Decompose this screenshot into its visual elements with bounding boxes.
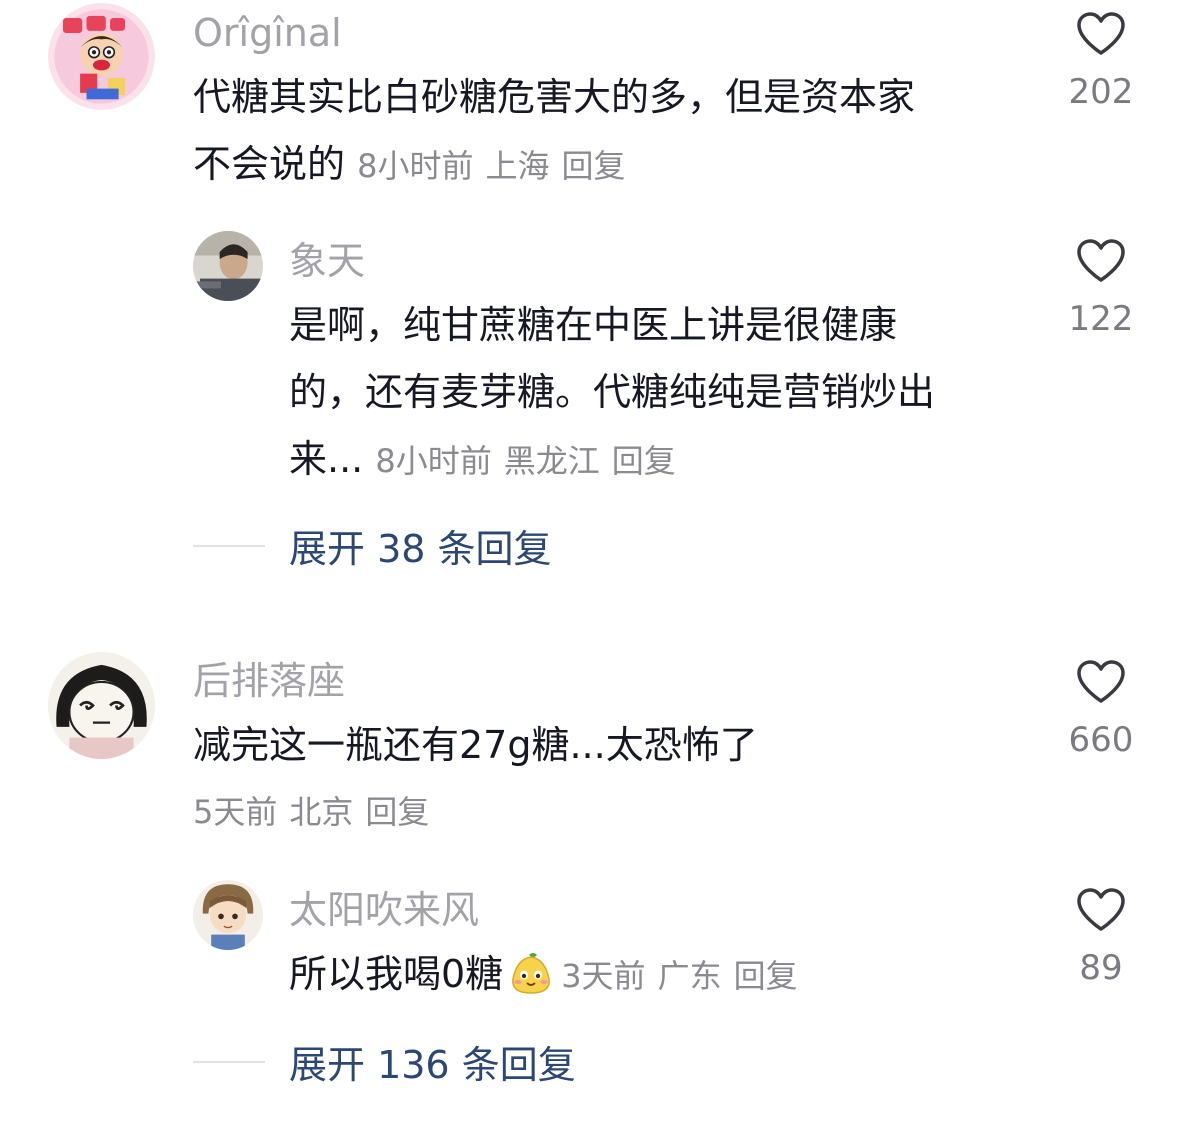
reply-location: 广东	[657, 957, 722, 995]
username[interactable]: 后排落座	[193, 662, 345, 700]
reply-text-line: 来... 8小时前 黑龙江 回复	[289, 426, 935, 495]
reply-text-line: 是啊，纯甘蔗糖在中医上讲是很健康	[289, 303, 898, 347]
like-button[interactable]: 122	[1046, 238, 1156, 336]
reply-button[interactable]: 回复	[562, 147, 626, 185]
like-button[interactable]: 660	[1046, 659, 1156, 757]
like-count: 89	[1079, 948, 1123, 988]
username[interactable]: 象天	[289, 242, 365, 280]
comment-text-tail: 不会说的	[193, 142, 346, 186]
man-photo-icon	[193, 231, 263, 301]
cartoon-boy-icon	[48, 3, 155, 110]
like-count: 202	[1068, 72, 1134, 112]
avatar[interactable]	[193, 231, 263, 301]
comment-time: 8小时前	[357, 147, 474, 185]
reply-button[interactable]: 回复	[612, 442, 676, 480]
reply-button[interactable]: 回复	[365, 793, 429, 831]
heart-icon	[1077, 239, 1125, 282]
smiling-pear-emoji-icon	[512, 953, 551, 994]
divider	[193, 544, 265, 547]
comment-meta: 8小时前 上海 回复	[357, 147, 637, 185]
avatar[interactable]	[48, 3, 155, 110]
expand-replies-button[interactable]: 展开 136 条回复	[193, 1034, 576, 1089]
comment-location: 上海	[485, 147, 550, 185]
expand-replies-button[interactable]: 展开 38 条回复	[193, 518, 552, 573]
expand-replies-label: 展开 38 条回复	[289, 527, 552, 571]
reply-time: 3天前	[561, 957, 646, 995]
reply-location: 黑龙江	[503, 442, 600, 480]
comment-text: 代糖其实比白砂糖危害大的多，但是资本家 不会说的 8小时前 上海 回复	[193, 64, 915, 200]
expand-replies-label: 展开 136 条回复	[289, 1043, 576, 1087]
comment-text-line: 代糖其实比白砂糖危害大的多，但是资本家	[193, 75, 916, 119]
heart-icon	[1077, 660, 1125, 703]
like-button[interactable]: 202	[1046, 11, 1156, 109]
comment-text: 减完这一瓶还有27g糖...太恐怖了 5天前 北京 回复	[193, 712, 758, 846]
reply-text: 是啊，纯甘蔗糖在中医上讲是很健康 的，还有麦芽糖。代糖纯纯是营销炒出 来... …	[289, 292, 935, 495]
comment-time: 5天前	[193, 793, 278, 831]
avatar[interactable]	[48, 652, 155, 759]
sketch-face-icon	[48, 652, 155, 759]
reply-text-line: 的，还有麦芽糖。代糖纯纯是营销炒出	[289, 370, 936, 414]
reply-text: 所以我喝0糖 3天前 广东 回复	[289, 941, 810, 1010]
reply-text-line: 所以我喝0糖 3天前 广东 回复	[289, 941, 810, 1010]
reply-time: 8小时前	[375, 442, 492, 480]
comment-text-line: 减完这一瓶还有27g糖...太恐怖了	[193, 723, 758, 767]
avatar[interactable]	[193, 880, 263, 950]
anime-girl-icon	[193, 880, 263, 950]
reply-meta: 3天前 广东 回复	[561, 957, 809, 995]
comment-meta: 5天前 北京 回复	[193, 779, 758, 846]
reply-meta: 8小时前 黑龙江 回复	[375, 442, 687, 480]
like-count: 122	[1068, 299, 1134, 339]
divider	[193, 1060, 265, 1063]
comment-location: 北京	[289, 793, 354, 831]
username[interactable]: 太阳吹来风	[289, 891, 479, 929]
heart-icon	[1077, 888, 1125, 931]
like-button[interactable]: 89	[1046, 887, 1156, 985]
comment-text-line: 不会说的 8小时前 上海 回复	[193, 131, 915, 200]
reply-text-tail: 来...	[289, 437, 364, 481]
username[interactable]: Orîgînal	[193, 14, 342, 52]
like-count: 660	[1068, 720, 1134, 760]
reply-text-tail: 所以我喝0糖	[289, 952, 504, 996]
heart-icon	[1077, 12, 1125, 55]
reply-button[interactable]: 回复	[734, 957, 798, 995]
